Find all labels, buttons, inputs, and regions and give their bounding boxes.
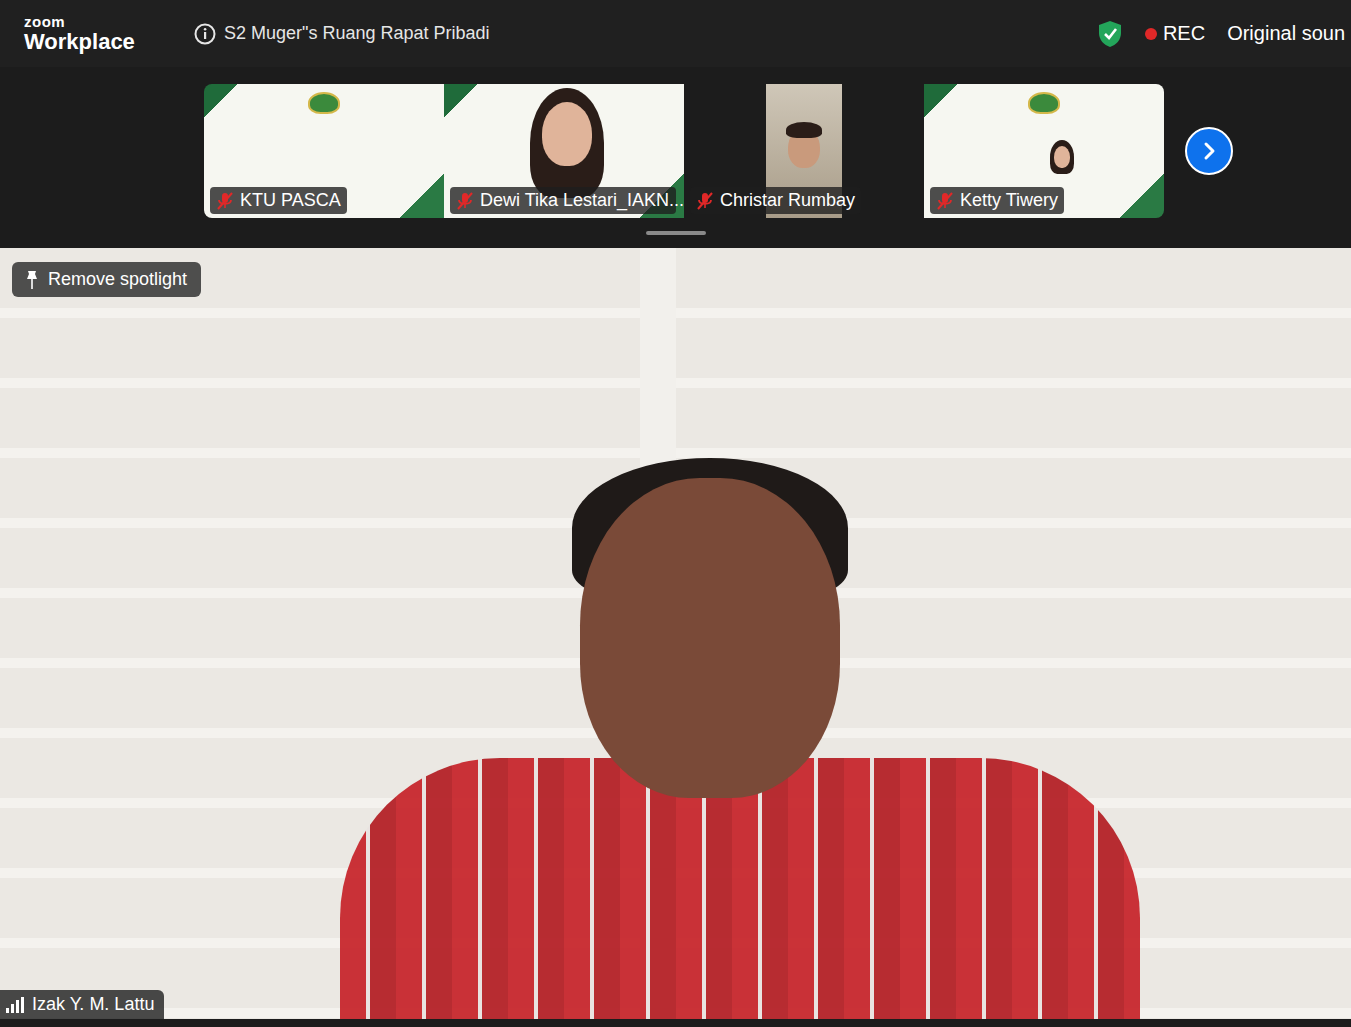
- participant-hair: [786, 122, 822, 138]
- muted-mic-icon: [456, 191, 474, 211]
- participant-tile[interactable]: Christar Rumbay: [684, 84, 924, 218]
- meeting-title[interactable]: S2 Muger"s Ruang Rapat Pribadi: [194, 23, 490, 45]
- participant-name-tag: Dewi Tika Lestari_IAKN...: [450, 187, 676, 214]
- thumbnail-list: KTU PASCA Dewi Tika Lestari_IAKN... Christ…: [204, 84, 1164, 218]
- remove-spotlight-label: Remove spotlight: [48, 269, 187, 290]
- logo-product: Workplace: [24, 31, 194, 53]
- chevron-right-icon: [1199, 141, 1219, 161]
- next-page-button[interactable]: [1185, 127, 1233, 175]
- participant-tile[interactable]: Dewi Tika Lestari_IAKN...: [444, 84, 684, 218]
- signal-icon: [6, 997, 24, 1013]
- participant-strip: KTU PASCA Dewi Tika Lestari_IAKN... Christ…: [0, 67, 1351, 248]
- remove-spotlight-button[interactable]: Remove spotlight: [12, 262, 201, 297]
- participant-name: Christar Rumbay: [720, 190, 855, 211]
- resize-handle[interactable]: [646, 231, 706, 235]
- muted-mic-icon: [216, 191, 234, 211]
- security-shield-icon: [1097, 20, 1123, 48]
- logo-brand: zoom: [24, 14, 194, 29]
- participant-name: KTU PASCA: [240, 190, 341, 211]
- participant-name-tag: Christar Rumbay: [690, 187, 861, 214]
- speaker-head: [580, 478, 840, 798]
- institution-logo: [308, 92, 340, 114]
- speaker-name-tag: Izak Y. M. Lattu: [0, 990, 164, 1019]
- recording-indicator[interactable]: REC: [1145, 22, 1205, 45]
- pin-icon: [24, 270, 40, 290]
- muted-mic-icon: [936, 191, 954, 211]
- speaker-figure: [340, 458, 1140, 1019]
- participant-figure: [542, 102, 592, 166]
- zoom-logo: zoom Workplace: [24, 14, 194, 53]
- participant-figure: [1054, 146, 1070, 168]
- info-icon: [194, 23, 216, 45]
- participant-tile[interactable]: Ketty Tiwery: [924, 84, 1164, 218]
- institution-logo: [1028, 92, 1060, 114]
- recording-dot: [1145, 28, 1157, 40]
- participant-name-tag: KTU PASCA: [210, 187, 347, 214]
- thumbnail-row: KTU PASCA Dewi Tika Lestari_IAKN... Christ…: [0, 67, 1351, 218]
- speaker-name: Izak Y. M. Lattu: [32, 994, 154, 1015]
- meeting-name: S2 Muger"s Ruang Rapat Pribadi: [224, 23, 490, 44]
- participant-name: Ketty Tiwery: [960, 190, 1058, 211]
- status-group: REC Original soun: [1097, 20, 1351, 48]
- participant-name-tag: Ketty Tiwery: [930, 187, 1064, 214]
- bottom-edge: [0, 1019, 1351, 1027]
- muted-mic-icon: [696, 191, 714, 211]
- title-bar: zoom Workplace S2 Muger"s Ruang Rapat Prib…: [0, 0, 1351, 67]
- strip-resize: [0, 218, 1351, 235]
- participant-tile[interactable]: KTU PASCA: [204, 84, 444, 218]
- participant-name: Dewi Tika Lestari_IAKN...: [480, 190, 684, 211]
- spotlight-video: Remove spotlight Izak Y. M. Lattu: [0, 248, 1351, 1019]
- recording-label: REC: [1163, 22, 1205, 45]
- original-sound-toggle[interactable]: Original soun: [1227, 22, 1345, 45]
